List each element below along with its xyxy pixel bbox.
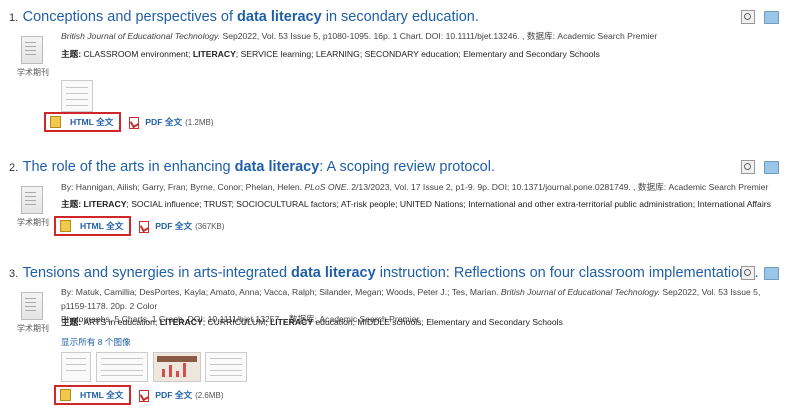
result-number: 3.: [9, 268, 19, 280]
result-title-row: 2. The role of the arts in enhancing dat…: [9, 158, 495, 176]
magnifier-icon[interactable]: [741, 266, 755, 280]
result-title-link[interactable]: The role of the arts in enhancing data l…: [23, 159, 495, 175]
pdf-size: (367KB): [195, 221, 225, 231]
folder-icon[interactable]: [764, 11, 779, 24]
magnifier-icon[interactable]: [741, 160, 755, 174]
result-subjects: 主题: LITERACY; SOCIAL influence; TRUST; S…: [61, 199, 771, 209]
figure-thumbnail[interactable]: [61, 80, 93, 112]
pdf-icon[interactable]: [139, 389, 150, 402]
figure-thumbnail[interactable]: [205, 352, 247, 382]
result-title-link[interactable]: Tensions and synergies in arts-integrate…: [23, 265, 759, 281]
html-fulltext-icon: [60, 389, 71, 401]
result-actions: [741, 160, 779, 178]
result-subjects: 主题: CLASSROOM environment; LITERACY; SER…: [61, 49, 600, 59]
pdf-icon[interactable]: [139, 220, 150, 233]
pdf-fulltext-link[interactable]: PDF 全文: [155, 221, 192, 231]
result-title-row: 3. Tensions and synergies in arts-integr…: [9, 264, 759, 282]
pdf-icon[interactable]: [129, 116, 140, 129]
show-all-images-link[interactable]: 显示所有 8 个图像: [61, 336, 131, 348]
result-item: 2. The role of the arts in enhancing dat…: [0, 158, 798, 248]
pdf-fulltext-link[interactable]: PDF 全文: [155, 390, 192, 400]
pdf-fulltext-link[interactable]: PDF 全文: [145, 117, 182, 127]
magnifier-icon[interactable]: [741, 10, 755, 24]
result-actions: [741, 266, 779, 284]
fulltext-links: HTML 全文 PDF 全文 (367KB): [54, 216, 224, 236]
journal-document-icon: 学术期刊: [17, 292, 49, 334]
result-number: 1.: [9, 12, 19, 24]
fulltext-links: HTML 全文 PDF 全文 (1.2MB): [44, 112, 214, 132]
journal-document-icon: 学术期刊: [17, 36, 49, 78]
result-actions: [741, 10, 779, 28]
publication-type-label: 学术期刊: [17, 68, 49, 77]
pdf-size: (1.2MB): [185, 117, 214, 127]
html-fulltext-icon: [50, 116, 61, 128]
result-title-link[interactable]: Conceptions and perspectives of data lit…: [23, 9, 479, 25]
figure-thumbnail[interactable]: [96, 352, 148, 382]
pdf-size: (2.6MB): [195, 390, 224, 400]
figure-thumbnail[interactable]: [153, 352, 201, 382]
result-item: 1. Conceptions and perspectives of data …: [0, 8, 798, 138]
publication-type-label: 学术期刊: [17, 218, 49, 227]
figure-thumbnail[interactable]: [61, 352, 91, 382]
journal-document-icon: 学术期刊: [17, 186, 49, 228]
result-title-row: 1. Conceptions and perspectives of data …: [9, 8, 479, 26]
result-item: 3. Tensions and synergies in arts-integr…: [0, 264, 798, 409]
html-fulltext-icon: [60, 220, 71, 232]
html-fulltext-button[interactable]: HTML 全文: [54, 216, 132, 236]
result-meta: British Journal of Educational Technolog…: [61, 31, 658, 41]
result-number: 2.: [9, 162, 19, 174]
html-fulltext-button[interactable]: HTML 全文: [44, 112, 122, 132]
folder-icon[interactable]: [764, 267, 779, 280]
result-meta: By: Hannigan, Ailish; Garry, Fran; Byrne…: [61, 182, 769, 192]
html-fulltext-button[interactable]: HTML 全文: [54, 385, 132, 405]
folder-icon[interactable]: [764, 161, 779, 174]
fulltext-links: HTML 全文 PDF 全文 (2.6MB): [54, 385, 224, 405]
publication-type-label: 学术期刊: [17, 324, 49, 333]
result-subjects: 主题: ARTS in education; LITERACY; CURRICU…: [61, 317, 563, 327]
